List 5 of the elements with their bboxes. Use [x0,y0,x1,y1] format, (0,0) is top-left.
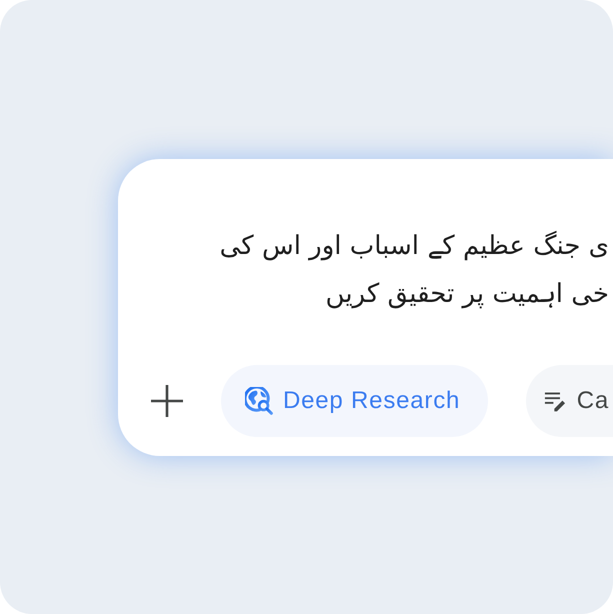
tool-button[interactable]: Deep Research [221,365,488,437]
tool-button[interactable]: Ca [526,365,613,437]
globe-search-icon [245,387,273,415]
prompt-input[interactable]: ی جنگ عظیم کے اسباب اور اس کی خی اہمیت پر تحقیق کریں [220,222,609,318]
plus-icon [150,384,184,418]
